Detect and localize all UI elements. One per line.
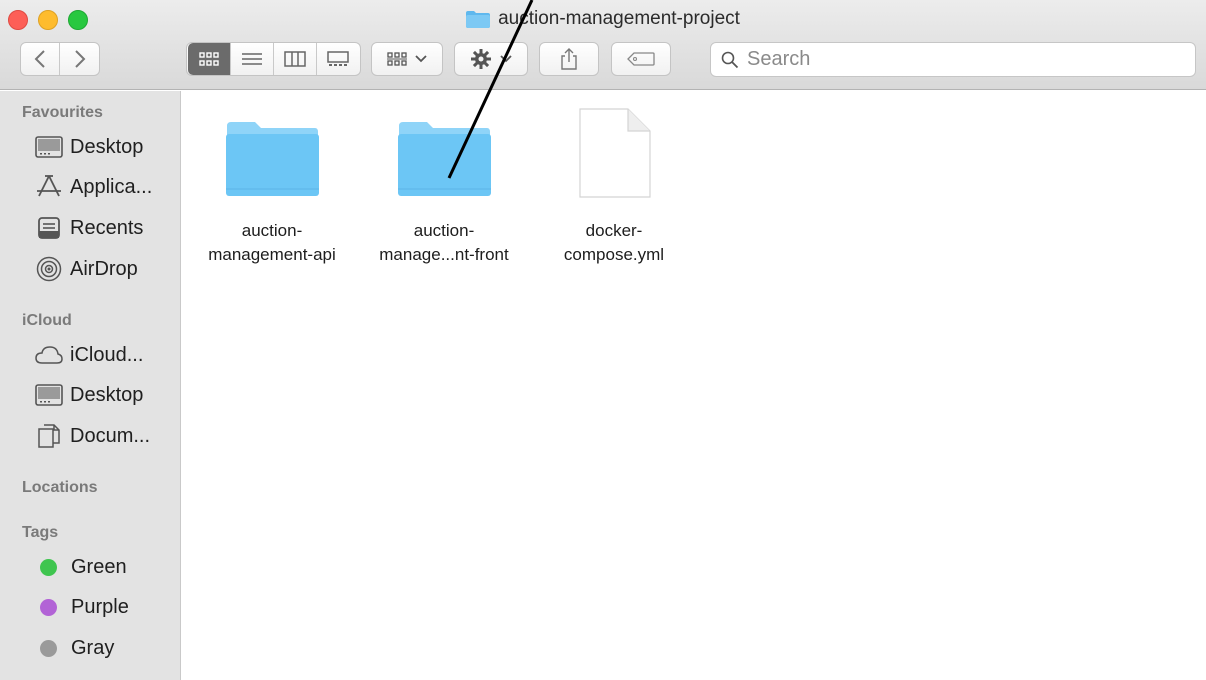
window-title: auction-management-project: [498, 8, 740, 29]
forward-button[interactable]: [60, 43, 99, 75]
sidebar-item-airdrop[interactable]: AirDrop: [34, 255, 138, 283]
sidebar-item-label: Recents: [70, 216, 144, 239]
gallery-view-button[interactable]: [317, 43, 360, 75]
tag-color-dot: [40, 639, 57, 657]
gallery-view-icon: [327, 51, 349, 66]
action-menu-button[interactable]: [454, 42, 528, 76]
share-button[interactable]: [539, 42, 599, 76]
sidebar-item-icloud-desktop[interactable]: Desktop: [34, 381, 143, 409]
file-name-line: docker-: [585, 221, 643, 240]
sidebar-item-tag-gray[interactable]: Gray: [34, 634, 114, 662]
desktop-icon: [34, 135, 64, 159]
icon-view-icon: [198, 52, 219, 66]
sidebar-item-label: Purple: [71, 595, 129, 618]
sidebar-item-tag-purple[interactable]: Purple: [34, 593, 129, 621]
sidebar-item-label: Desktop: [70, 135, 144, 158]
file-name-line: management-api: [208, 245, 336, 264]
file-browser-content: auction- management-api auction- manage.…: [182, 91, 1206, 680]
file-name: docker- compose.yml: [534, 219, 694, 267]
column-view-button[interactable]: [274, 43, 317, 75]
column-view-icon: [283, 51, 306, 67]
file-name-line: auction-: [241, 221, 303, 240]
tag-color-dot: [40, 558, 57, 576]
file-name-line: manage...nt-front: [379, 245, 509, 264]
folder-icon: [466, 10, 491, 28]
sidebar-item-label: Gray: [71, 636, 115, 659]
recents-icon: [34, 216, 64, 240]
icon-view-button[interactable]: [187, 43, 231, 75]
cloud-icon: [34, 343, 64, 367]
file-name-line: compose.yml: [563, 245, 665, 264]
file-name: auction- management-api: [192, 219, 352, 267]
desktop-icon: [34, 383, 64, 407]
chevron-left-icon: [34, 50, 45, 68]
share-icon: [561, 48, 577, 70]
view-mode-control: [186, 42, 361, 76]
sidebar-heading-icloud: iCloud: [22, 312, 72, 329]
group-by-button[interactable]: [371, 42, 443, 76]
tags-button[interactable]: [611, 42, 671, 76]
search-input[interactable]: [747, 48, 1167, 71]
sidebar-item-tag-green[interactable]: Green: [34, 553, 127, 581]
back-forward-control: [20, 42, 100, 76]
sidebar-item-desktop[interactable]: Desktop: [34, 133, 143, 161]
sidebar-item-label: iCloud...: [70, 343, 144, 366]
list-view-button[interactable]: [231, 43, 274, 75]
sidebar-item-label: Docum...: [70, 424, 151, 447]
documents-icon: [34, 424, 64, 448]
applications-icon: [34, 175, 64, 199]
gear-icon: [471, 49, 491, 69]
sidebar-heading-locations[interactable]: Locations: [22, 479, 98, 497]
tag-icon: [627, 52, 655, 66]
airdrop-icon: [34, 256, 64, 282]
group-by-icon: [387, 52, 407, 66]
chevron-down-icon: [415, 55, 427, 63]
sidebar-item-label: Green: [71, 555, 127, 578]
sidebar: Favourites Desktop Applica... Recents Ai…: [0, 91, 181, 680]
sidebar-item-label: AirDrop: [70, 257, 138, 280]
chevron-down-icon: [500, 55, 512, 63]
folder-icon: [398, 122, 491, 196]
window-title-area: auction-management-project: [0, 8, 1206, 30]
folder-icon: [226, 122, 319, 196]
file-item-document[interactable]: docker- compose.yml: [534, 99, 694, 267]
sidebar-heading-tags[interactable]: Tags: [22, 524, 58, 542]
sidebar-heading-favourites: Favourites: [22, 104, 103, 121]
sidebar-item-applications[interactable]: Applica...: [34, 173, 152, 201]
list-view-icon: [241, 53, 262, 65]
file-item-folder[interactable]: auction- manage...nt-front: [364, 99, 524, 267]
search-field[interactable]: [710, 42, 1196, 77]
file-name-line: auction-: [413, 221, 475, 240]
search-icon: [721, 51, 739, 68]
document-icon: [579, 108, 651, 198]
tag-color-dot: [40, 598, 57, 616]
sidebar-item-recents[interactable]: Recents: [34, 214, 143, 242]
sidebar-item-documents[interactable]: Docum...: [34, 422, 150, 450]
sidebar-item-label: Desktop: [70, 383, 144, 406]
sidebar-item-icloud-drive[interactable]: iCloud...: [34, 341, 143, 369]
window-toolbar: auction-management-project: [0, 0, 1206, 90]
sidebar-item-label: Applica...: [70, 175, 153, 198]
chevron-right-icon: [74, 50, 85, 68]
file-name: auction- manage...nt-front: [364, 219, 524, 267]
back-button[interactable]: [21, 43, 60, 75]
file-item-folder[interactable]: auction- management-api: [192, 99, 352, 267]
